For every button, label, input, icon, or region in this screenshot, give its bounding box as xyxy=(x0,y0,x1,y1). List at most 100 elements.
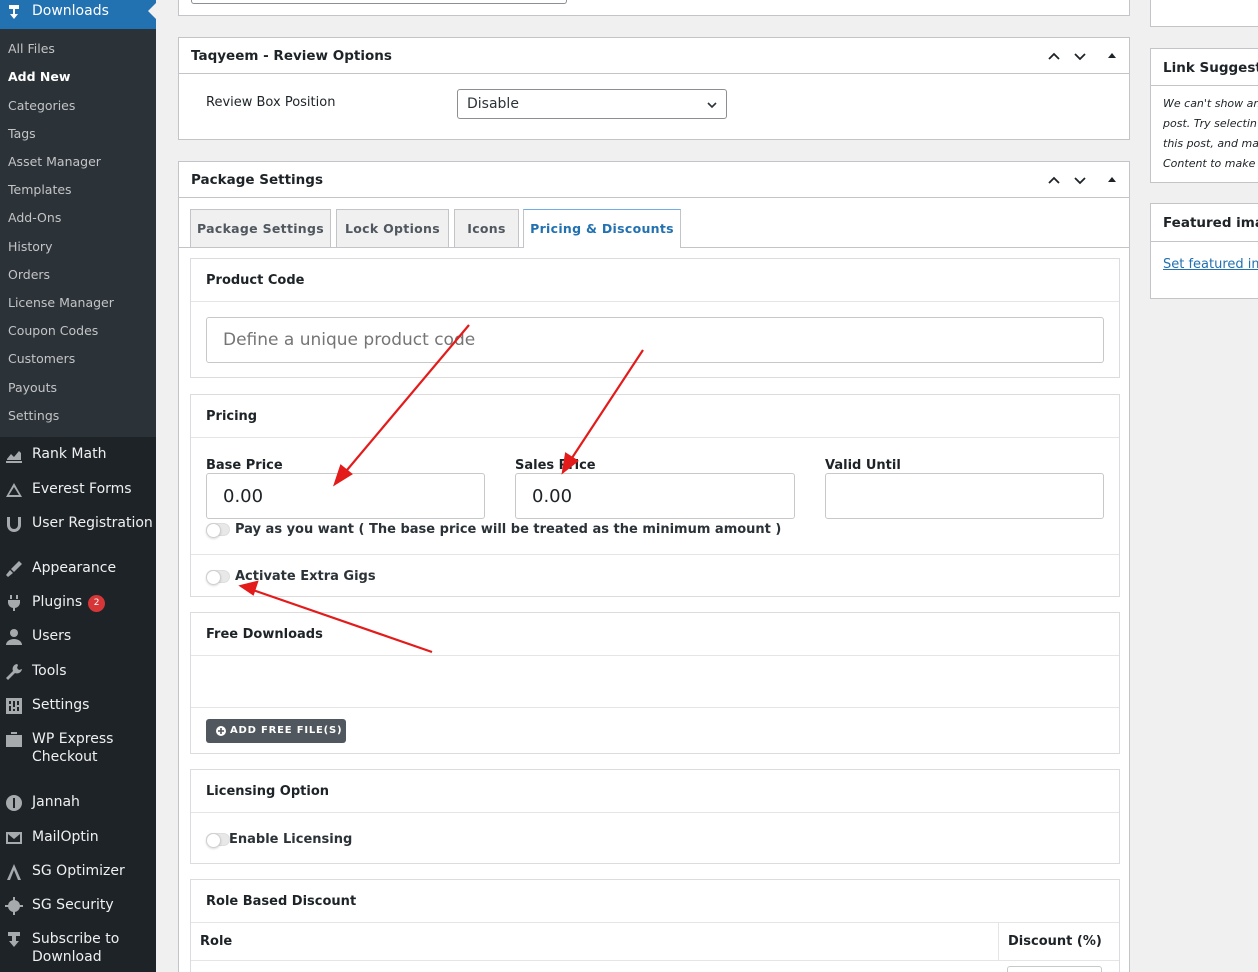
menu-item-wp-express-checkout[interactable]: WP Express Checkout xyxy=(0,730,156,770)
user-registration-icon xyxy=(7,517,21,532)
submenu-orders[interactable]: Orders xyxy=(8,267,50,282)
column-divider xyxy=(998,923,999,961)
package-settings-metabox: Package Settings Package Settings Lock O… xyxy=(178,161,1130,972)
menu-label: Plugins 2 xyxy=(32,593,106,612)
valid-until-label: Valid Until xyxy=(825,458,901,473)
extra-gigs-label: Activate Extra Gigs xyxy=(235,569,376,584)
column-role: Role xyxy=(200,934,233,949)
menu-label-line1: WP Express xyxy=(32,731,114,747)
role-discount-title: Role Based Discount xyxy=(206,894,357,909)
licensing-header: Licensing Option xyxy=(191,770,1119,813)
collapse-toggle-icon[interactable] xyxy=(1104,172,1120,188)
review-box-position-label: Review Box Position xyxy=(206,95,336,110)
submenu-all-files[interactable]: All Files xyxy=(8,41,55,56)
sales-price-value: 0.00 xyxy=(532,486,573,507)
menu-label-line1: Subscribe to xyxy=(32,931,120,947)
menu-item-downloads[interactable]: Downloads xyxy=(0,0,156,29)
sg-optimizer-icon xyxy=(7,864,21,880)
link-suggestions-box: Link Suggestio We can't show an post. Tr… xyxy=(1150,48,1258,183)
tab-package-settings[interactable]: Package Settings xyxy=(190,209,331,247)
review-options-metabox: Taqyeem - Review Options Review Box Posi… xyxy=(178,37,1130,140)
collapse-toggle-icon[interactable] xyxy=(1104,48,1120,64)
sg-security-icon xyxy=(5,897,23,915)
featured-image-header: Featured imag xyxy=(1151,204,1258,242)
review-options-header: Taqyeem - Review Options xyxy=(179,38,1129,74)
publish-box-partial xyxy=(1150,0,1258,27)
link-suggestions-text: We can't show an post. Try selectin this… xyxy=(1163,94,1258,174)
extra-gigs-toggle[interactable] xyxy=(206,570,230,585)
set-featured-image-link[interactable]: Set featured ima xyxy=(1163,257,1258,272)
everest-forms-icon xyxy=(6,483,22,497)
submenu-templates[interactable]: Templates xyxy=(8,182,72,197)
sales-price-label: Sales Price xyxy=(515,458,596,473)
submenu-tags[interactable]: Tags xyxy=(8,126,36,141)
tab-icons[interactable]: Icons xyxy=(454,209,519,247)
text-line: Content to make xyxy=(1163,157,1256,170)
enable-licensing-toggle[interactable] xyxy=(206,833,230,848)
add-free-files-button[interactable]: ADD FREE FILE(S) xyxy=(206,719,346,743)
text-line: We can't show an xyxy=(1163,97,1258,110)
tools-icon xyxy=(6,664,22,680)
plugins-label: Plugins xyxy=(32,594,83,610)
free-downloads-title: Free Downloads xyxy=(206,627,323,642)
valid-until-input[interactable] xyxy=(825,473,1104,519)
submenu-categories[interactable]: Categories xyxy=(8,98,75,113)
package-settings-title: Package Settings xyxy=(191,172,323,188)
previous-field[interactable] xyxy=(191,0,567,4)
text-line: post. Try selectin xyxy=(1163,117,1257,130)
free-downloads-header: Free Downloads xyxy=(191,613,1119,656)
submenu-license-manager[interactable]: License Manager xyxy=(8,295,114,310)
settings-icon xyxy=(6,698,22,714)
wp-express-checkout-icon xyxy=(6,732,22,747)
move-down-icon[interactable] xyxy=(1072,172,1088,188)
plus-circle-icon xyxy=(216,726,226,736)
submenu-history[interactable]: History xyxy=(8,239,52,254)
submenu-payouts[interactable]: Payouts xyxy=(8,380,57,395)
move-down-icon[interactable] xyxy=(1072,48,1088,64)
pay-as-you-want-toggle[interactable] xyxy=(206,523,230,538)
product-code-input[interactable] xyxy=(206,317,1104,363)
licensing-card: Licensing Option Enable Licensing xyxy=(190,769,1120,864)
menu-label: Everest Forms xyxy=(32,481,132,497)
free-downloads-card: Free Downloads ADD FREE FILE(S) xyxy=(190,612,1120,754)
sales-price-input[interactable]: 0.00 xyxy=(515,473,795,519)
submenu-settings[interactable]: Settings xyxy=(8,408,59,423)
base-price-input[interactable]: 0.00 xyxy=(206,473,485,519)
add-free-files-label: ADD FREE FILE(S) xyxy=(230,725,343,736)
menu-label: Rank Math xyxy=(32,446,107,462)
menu-label: Subscribe to Download xyxy=(32,930,119,966)
review-box-position-select[interactable]: Disable xyxy=(457,89,727,119)
role-discount-card: Role Based Discount Role Discount (%) xyxy=(190,879,1120,972)
submenu-coupon-codes[interactable]: Coupon Codes xyxy=(8,323,98,338)
tab-pricing-discounts[interactable]: Pricing & Discounts xyxy=(523,209,681,248)
menu-label: Tools xyxy=(32,663,67,679)
submenu-customers[interactable]: Customers xyxy=(8,351,75,366)
submenu-add-new[interactable]: Add New xyxy=(8,69,70,84)
menu-item-label: Downloads xyxy=(32,3,109,19)
move-up-icon[interactable] xyxy=(1046,48,1062,64)
subscribe-download-icon xyxy=(8,932,20,947)
featured-image-box: Featured imag Set featured ima xyxy=(1150,203,1258,299)
base-price-value: 0.00 xyxy=(223,486,264,507)
discount-input[interactable] xyxy=(1007,966,1102,972)
submenu-asset-manager[interactable]: Asset Manager xyxy=(8,154,101,169)
link-suggestions-header: Link Suggestio xyxy=(1151,49,1258,86)
licensing-title: Licensing Option xyxy=(206,784,330,799)
previous-metabox xyxy=(178,0,1130,16)
downloads-submenu: All Files Add New Categories Tags Asset … xyxy=(0,29,156,437)
menu-label: Appearance xyxy=(32,560,117,576)
menu-label: SG Security xyxy=(32,897,114,913)
move-up-icon[interactable] xyxy=(1046,172,1062,188)
rank-math-icon xyxy=(6,451,22,463)
column-discount: Discount (%) xyxy=(1008,934,1102,949)
menu-item-subscribe-to-download[interactable]: Subscribe to Download xyxy=(0,930,156,970)
mailoptin-icon xyxy=(6,832,22,844)
pay-as-you-want-label: Pay as you want ( The base price will be… xyxy=(235,522,782,537)
package-settings-header: Package Settings xyxy=(179,162,1129,198)
submenu-add-ons[interactable]: Add-Ons xyxy=(8,210,61,225)
enable-licensing-label: Enable Licensing xyxy=(229,832,353,847)
tab-lock-options[interactable]: Lock Options xyxy=(336,209,449,247)
pricing-title: Pricing xyxy=(206,409,258,424)
featured-image-title: Featured imag xyxy=(1163,215,1258,231)
pricing-header: Pricing xyxy=(191,395,1119,438)
